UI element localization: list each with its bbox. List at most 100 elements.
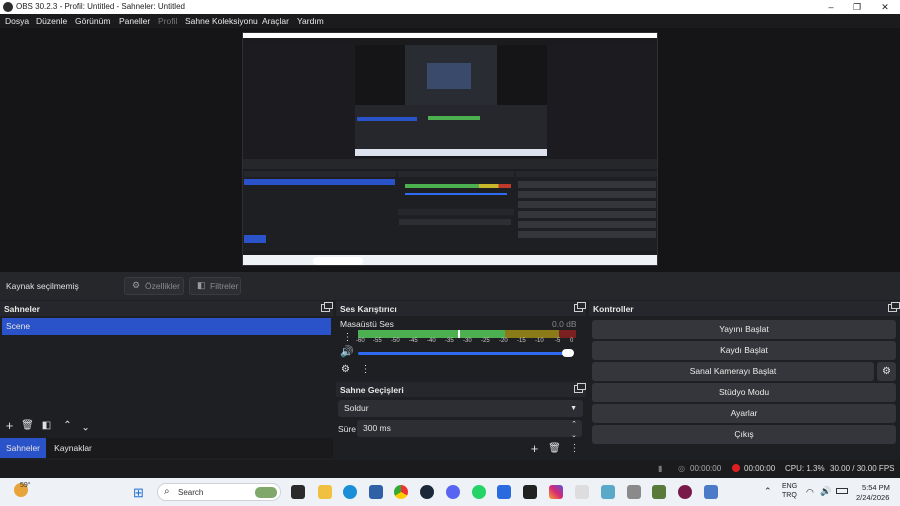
- transition-selected-text: Soldur: [344, 403, 369, 413]
- undock-icon[interactable]: [574, 302, 586, 312]
- menu-bar: Dosya Düzenle Görünüm Paneller Profil Sa…: [0, 14, 900, 28]
- properties-button[interactable]: ⚙ Özellikler: [124, 277, 184, 295]
- menu-help[interactable]: Yardım: [297, 16, 324, 26]
- undock-icon[interactable]: [574, 383, 586, 393]
- file-explorer-icon[interactable]: [318, 485, 332, 499]
- tray-chevron-icon[interactable]: ⌃: [764, 486, 772, 497]
- volume-slider-handle[interactable]: [562, 349, 574, 357]
- mixer-more-icon[interactable]: ⋮: [359, 363, 372, 376]
- instagram-icon[interactable]: [549, 485, 563, 499]
- obs-taskbar-icon[interactable]: [678, 485, 692, 499]
- whatsapp-icon[interactable]: [472, 485, 486, 499]
- window-title-bar: OBS 30.2.3 - Profil: Untitled - Sahneler…: [0, 0, 900, 14]
- trash-icon[interactable]: 🗑: [21, 419, 34, 432]
- record-dot-icon: [732, 464, 740, 472]
- trash-icon[interactable]: 🗑: [548, 442, 561, 455]
- app-icon-gray[interactable]: [575, 485, 589, 499]
- menu-scene-collection[interactable]: Sahne Koleksiyonu: [185, 16, 258, 26]
- scale-tick: -5: [555, 338, 561, 344]
- preview-canvas[interactable]: [242, 32, 658, 266]
- start-windows-icon[interactable]: ⊞: [133, 485, 144, 501]
- taskbar-search-box[interactable]: ⌕ Search: [157, 483, 281, 501]
- network-bars-icon: ▮: [658, 464, 663, 473]
- language-top[interactable]: ENG: [782, 483, 797, 490]
- tab-sources[interactable]: Kaynaklar: [50, 438, 96, 458]
- start-virtual-camera-button[interactable]: Sanal Kamerayı Başlat: [592, 362, 874, 381]
- transition-more-icon[interactable]: ⋮: [568, 442, 581, 455]
- discord-icon[interactable]: [446, 485, 460, 499]
- exit-button[interactable]: Çıkış: [592, 425, 896, 444]
- scale-tick: 0: [570, 338, 574, 344]
- duration-spinbox[interactable]: 300 ms ⌃ ⌃: [357, 420, 582, 437]
- menu-view[interactable]: Görünüm: [75, 16, 110, 26]
- mouse-app-icon[interactable]: [627, 485, 641, 499]
- menu-docks[interactable]: Paneller: [119, 16, 150, 26]
- gear-icon: ⚙: [132, 280, 141, 290]
- chrome-icon[interactable]: [394, 485, 408, 499]
- settings-button[interactable]: Ayarlar: [592, 404, 896, 423]
- epic-games-icon[interactable]: [523, 485, 537, 499]
- maximize-button[interactable]: ❐: [848, 1, 866, 13]
- meter-scale: -60 -55 -50 -45 -40 -35 -30 -25 -20 -15 …: [356, 338, 578, 346]
- scenes-dock: Sahneler Scene + 🗑 ◧ ⌃ ⌃ Sahneler Kaynak…: [0, 301, 333, 460]
- app-icon-green[interactable]: [652, 485, 666, 499]
- menu-tools[interactable]: Araçlar: [262, 16, 289, 26]
- filter-icon: ◧: [197, 280, 206, 290]
- scenes-title-text: Sahneler: [4, 304, 40, 314]
- scene-filters-icon[interactable]: ◧: [40, 419, 53, 432]
- status-bar: ▮ ◎ 00:00:00 00:00:00 CPU: 1.3% 30.00 / …: [0, 460, 900, 478]
- mixer-settings-icon[interactable]: ⚙: [339, 363, 352, 376]
- edge-icon[interactable]: [343, 485, 357, 499]
- menu-edit[interactable]: Düzenle: [36, 16, 67, 26]
- mixer-dock-title: Ses Karıştırıcı: [336, 301, 586, 316]
- mixer-menu-icon[interactable]: ⋮: [341, 331, 354, 344]
- scale-tick: -20: [499, 338, 508, 344]
- steam-icon[interactable]: [420, 485, 434, 499]
- audio-mixer-dock: Ses Karıştırıcı Masaüstü Ses 0.0 dB ⋮ -6…: [336, 301, 586, 381]
- search-icon: ⌕: [164, 486, 170, 497]
- studio-mode-button[interactable]: Stüdyo Modu: [592, 383, 896, 402]
- menu-file[interactable]: Dosya: [5, 16, 29, 26]
- scene-list-item[interactable]: Scene: [2, 318, 331, 335]
- meter-green-zone: [358, 330, 505, 338]
- start-recording-button[interactable]: Kaydı Başlat: [592, 341, 896, 360]
- minimize-button[interactable]: –: [822, 1, 840, 13]
- spin-down-icon[interactable]: ⌃: [571, 425, 577, 442]
- virtual-camera-settings-gear-icon[interactable]: ⚙: [877, 362, 896, 381]
- scenes-dock-title: Sahneler: [0, 301, 333, 316]
- app-icon-window[interactable]: [704, 485, 718, 499]
- chevron-up-icon[interactable]: ⌃: [61, 419, 74, 432]
- settings-app-icon[interactable]: [601, 485, 615, 499]
- chevron-down-icon[interactable]: ⌃: [79, 419, 92, 432]
- taskview-icon[interactable]: [291, 485, 305, 499]
- transitions-title-text: Sahne Geçişleri: [340, 385, 404, 395]
- wifi-icon[interactable]: ◠: [806, 487, 814, 498]
- language-bottom[interactable]: TRQ: [782, 492, 797, 499]
- dropdown-arrow-icon: ▼: [570, 405, 577, 412]
- volume-icon[interactable]: 🔊: [820, 486, 831, 497]
- battery-icon[interactable]: [836, 488, 848, 494]
- start-streaming-button[interactable]: Yayını Başlat: [592, 320, 896, 339]
- undock-icon[interactable]: [321, 302, 333, 312]
- scenes-toolbar: + 🗑 ◧ ⌃ ⌃: [0, 419, 333, 437]
- filters-button[interactable]: ◧ Filtreler: [189, 277, 241, 295]
- transitions-dock-title: Sahne Geçişleri: [336, 382, 586, 397]
- tab-scenes[interactable]: Sahneler: [0, 438, 46, 458]
- mixer-title-text: Ses Karıştırıcı: [340, 304, 397, 314]
- speaker-icon[interactable]: 🔊: [340, 346, 354, 359]
- scale-tick: -15: [517, 338, 526, 344]
- add-icon[interactable]: +: [528, 442, 541, 455]
- scale-tick: -30: [463, 338, 472, 344]
- store-icon[interactable]: [369, 485, 383, 499]
- clock-time[interactable]: 5:54 PM: [862, 483, 890, 492]
- app-icon-blue[interactable]: [497, 485, 511, 499]
- undock-icon[interactable]: [888, 302, 900, 312]
- clock-date[interactable]: 2/24/2026: [856, 493, 889, 502]
- scale-tick: -25: [481, 338, 490, 344]
- menu-profile[interactable]: Profil: [158, 16, 177, 26]
- close-button[interactable]: ✕: [876, 1, 894, 13]
- controls-dock-title: Kontroller: [589, 301, 900, 316]
- transition-select[interactable]: Soldur ▼: [338, 400, 583, 417]
- volume-slider[interactable]: [358, 352, 570, 355]
- add-icon[interactable]: +: [3, 419, 16, 432]
